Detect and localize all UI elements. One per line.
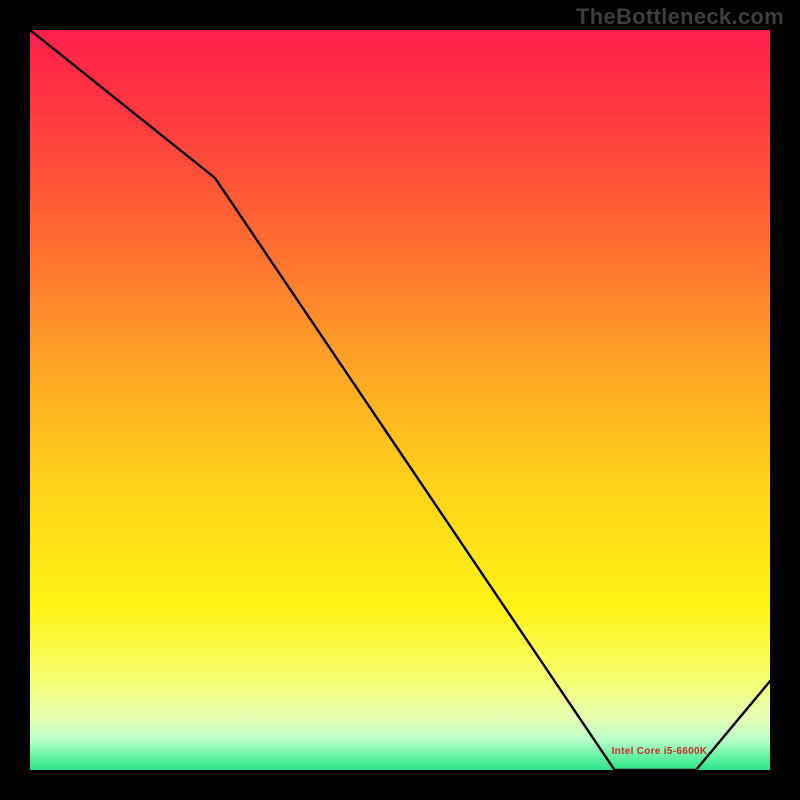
chart-frame: TheBottleneck.com <box>0 0 800 800</box>
plot-area <box>30 30 770 770</box>
chart-svg <box>30 30 770 770</box>
gradient-background <box>30 30 770 770</box>
watermark-text: TheBottleneck.com <box>576 4 784 30</box>
